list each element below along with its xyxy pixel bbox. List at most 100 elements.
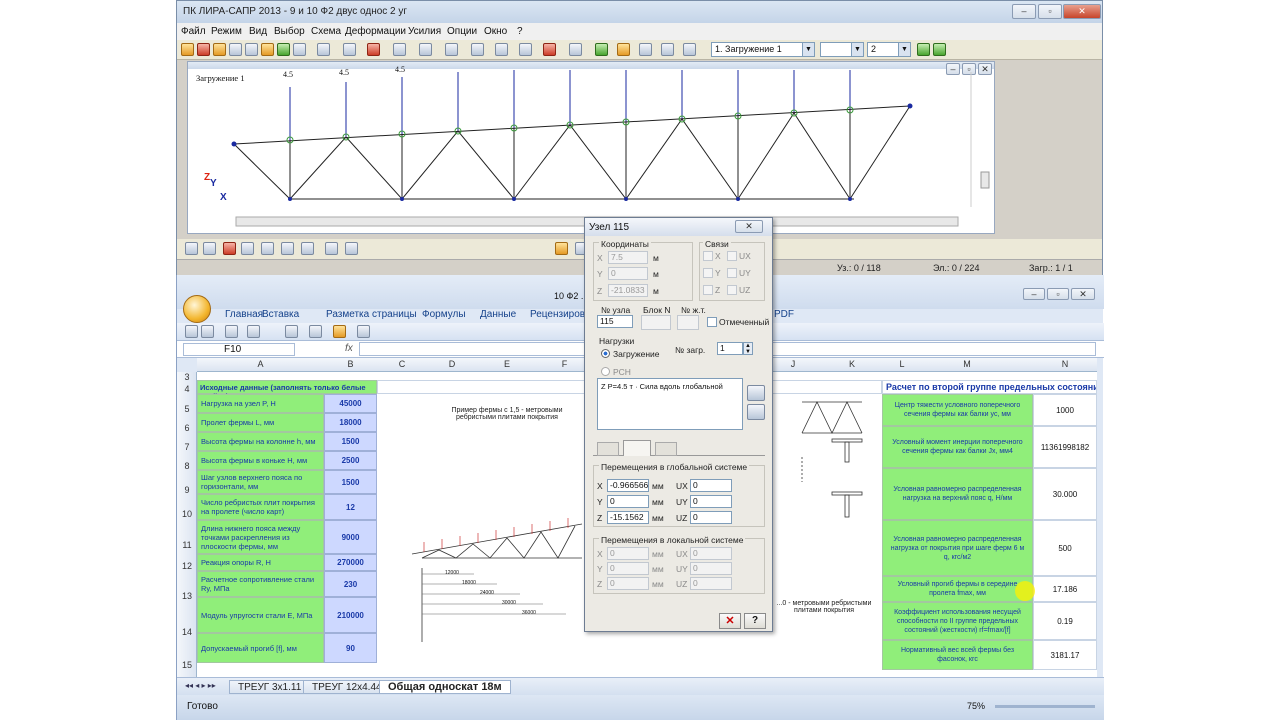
sheet-tab-active[interactable]: Общая односкат 18м bbox=[379, 680, 511, 694]
grid-red-icon[interactable] bbox=[223, 242, 236, 255]
pencil-icon[interactable] bbox=[261, 43, 274, 56]
marked-checkbox[interactable] bbox=[707, 317, 717, 327]
undo-icon[interactable] bbox=[201, 325, 214, 338]
save-icon[interactable] bbox=[185, 325, 198, 338]
link-ux-checkbox[interactable] bbox=[727, 251, 737, 261]
rotate-icon[interactable] bbox=[203, 242, 216, 255]
tab-pdf[interactable]: PDF bbox=[774, 309, 794, 320]
global-ux-field[interactable]: 0 bbox=[690, 479, 732, 492]
link-uz-checkbox[interactable] bbox=[727, 285, 737, 295]
fx-icon[interactable]: fx bbox=[345, 343, 353, 354]
filter2-icon[interactable] bbox=[345, 242, 358, 255]
local-z-field[interactable]: 0 bbox=[607, 577, 649, 590]
row-header[interactable]: 9 bbox=[177, 485, 197, 495]
open-icon[interactable] bbox=[181, 43, 194, 56]
filter-icon[interactable] bbox=[543, 43, 556, 56]
dim-icon[interactable] bbox=[241, 242, 254, 255]
col-header[interactable]: L bbox=[877, 359, 927, 369]
input-value[interactable]: 230 bbox=[324, 571, 377, 597]
radio-rsn[interactable] bbox=[601, 367, 610, 376]
input-value[interactable]: 9000 bbox=[324, 520, 377, 554]
col-header[interactable]: N bbox=[1033, 359, 1097, 369]
input-value[interactable]: 1500 bbox=[324, 432, 377, 451]
sort-icon[interactable] bbox=[357, 325, 370, 338]
local-uz-field[interactable]: 0 bbox=[690, 577, 732, 590]
row-header[interactable]: 11 bbox=[177, 540, 197, 550]
preview-icon[interactable] bbox=[247, 325, 260, 338]
tab-data[interactable]: Данные bbox=[480, 309, 516, 320]
node-no-field[interactable]: 115 bbox=[597, 315, 633, 328]
tab-node-icon[interactable] bbox=[623, 440, 651, 456]
flag-icon[interactable] bbox=[343, 43, 356, 56]
local-y-field[interactable]: 0 bbox=[607, 562, 649, 575]
load-icon[interactable] bbox=[569, 43, 582, 56]
col-header[interactable]: K bbox=[827, 359, 877, 369]
tab-formulas[interactable]: Формулы bbox=[422, 309, 466, 320]
menu-options[interactable]: Опции bbox=[447, 26, 477, 37]
col-header[interactable]: A bbox=[197, 359, 324, 369]
help-icon[interactable]: ? bbox=[744, 613, 766, 629]
global-z-field[interactable]: -15.1562 bbox=[607, 511, 649, 524]
input-value[interactable]: 210000 bbox=[324, 597, 377, 633]
row-header[interactable]: 13 bbox=[177, 591, 197, 601]
input-value[interactable]: 270000 bbox=[324, 554, 377, 571]
link-z-checkbox[interactable] bbox=[703, 285, 713, 295]
col-header[interactable]: B bbox=[324, 359, 377, 369]
row-header[interactable]: 12 bbox=[177, 561, 197, 571]
load-no-field[interactable]: 1 bbox=[717, 342, 743, 355]
z-coord-field[interactable]: -21.0833 bbox=[608, 284, 648, 297]
tool-icon[interactable] bbox=[213, 43, 226, 56]
col-header[interactable]: M bbox=[937, 359, 997, 369]
zoom-slider[interactable] bbox=[995, 705, 1095, 708]
col-header[interactable]: C bbox=[377, 359, 427, 369]
tab-insert[interactable]: Вставка bbox=[262, 309, 299, 320]
mesh-icon[interactable] bbox=[419, 43, 432, 56]
select-icon[interactable] bbox=[245, 43, 258, 56]
view-icon[interactable] bbox=[393, 43, 406, 56]
link-x-checkbox[interactable] bbox=[703, 251, 713, 261]
layers-icon[interactable] bbox=[281, 242, 294, 255]
input-value[interactable]: 18000 bbox=[324, 413, 377, 432]
input-value[interactable]: 45000 bbox=[324, 394, 377, 413]
input-value[interactable]: 90 bbox=[324, 633, 377, 663]
excel-minimize-button[interactable]: – bbox=[1023, 288, 1045, 300]
print-icon[interactable] bbox=[293, 43, 306, 56]
global-uy-field[interactable]: 0 bbox=[690, 495, 732, 508]
local-uy-field[interactable]: 0 bbox=[690, 562, 732, 575]
input-value[interactable]: 2500 bbox=[324, 451, 377, 470]
redo-icon[interactable] bbox=[225, 325, 238, 338]
input-value[interactable]: 12 bbox=[324, 494, 377, 520]
row-header[interactable]: 8 bbox=[177, 461, 197, 471]
save-icon[interactable] bbox=[197, 43, 210, 56]
minimize-button[interactable]: – bbox=[1012, 4, 1036, 19]
mosaic-icon[interactable] bbox=[661, 43, 674, 56]
bars-icon[interactable] bbox=[471, 43, 484, 56]
tab-support-icon[interactable] bbox=[655, 442, 677, 456]
row-header[interactable]: 15 bbox=[177, 660, 197, 670]
y-coord-field[interactable]: 0 bbox=[608, 267, 648, 280]
result-value[interactable]: 11361998182 bbox=[1033, 426, 1097, 468]
result-value[interactable]: 500 bbox=[1033, 520, 1097, 576]
link-uy-checkbox[interactable] bbox=[727, 268, 737, 278]
global-uz-field[interactable]: 0 bbox=[690, 511, 732, 524]
result-value[interactable]: 1000 bbox=[1033, 394, 1097, 426]
col-header[interactable]: D bbox=[427, 359, 477, 369]
row-header[interactable]: 7 bbox=[177, 442, 197, 452]
refresh-icon[interactable] bbox=[277, 43, 290, 56]
combo-3[interactable]: 2 ▼ bbox=[867, 42, 911, 57]
col-header[interactable]: J bbox=[787, 359, 799, 369]
menu-file[interactable]: Файл bbox=[181, 26, 206, 37]
jt-field[interactable] bbox=[677, 315, 699, 330]
add-load-icon[interactable] bbox=[747, 385, 765, 401]
result-value[interactable]: 17.186 bbox=[1033, 576, 1097, 602]
check-icon[interactable] bbox=[917, 43, 930, 56]
maximize-button[interactable]: ▫ bbox=[1038, 4, 1062, 19]
close-button[interactable]: ✕ bbox=[1063, 4, 1101, 19]
input-value[interactable]: 1500 bbox=[324, 470, 377, 494]
tab-page-layout[interactable]: Разметка страницы bbox=[326, 309, 417, 320]
sheet-tab[interactable]: ТРЕУГ 3x1.11 bbox=[229, 680, 311, 694]
table-icon[interactable] bbox=[639, 43, 652, 56]
remove-load-icon[interactable] bbox=[747, 404, 765, 420]
plane-icon[interactable] bbox=[495, 43, 508, 56]
grid-icon[interactable] bbox=[317, 43, 330, 56]
